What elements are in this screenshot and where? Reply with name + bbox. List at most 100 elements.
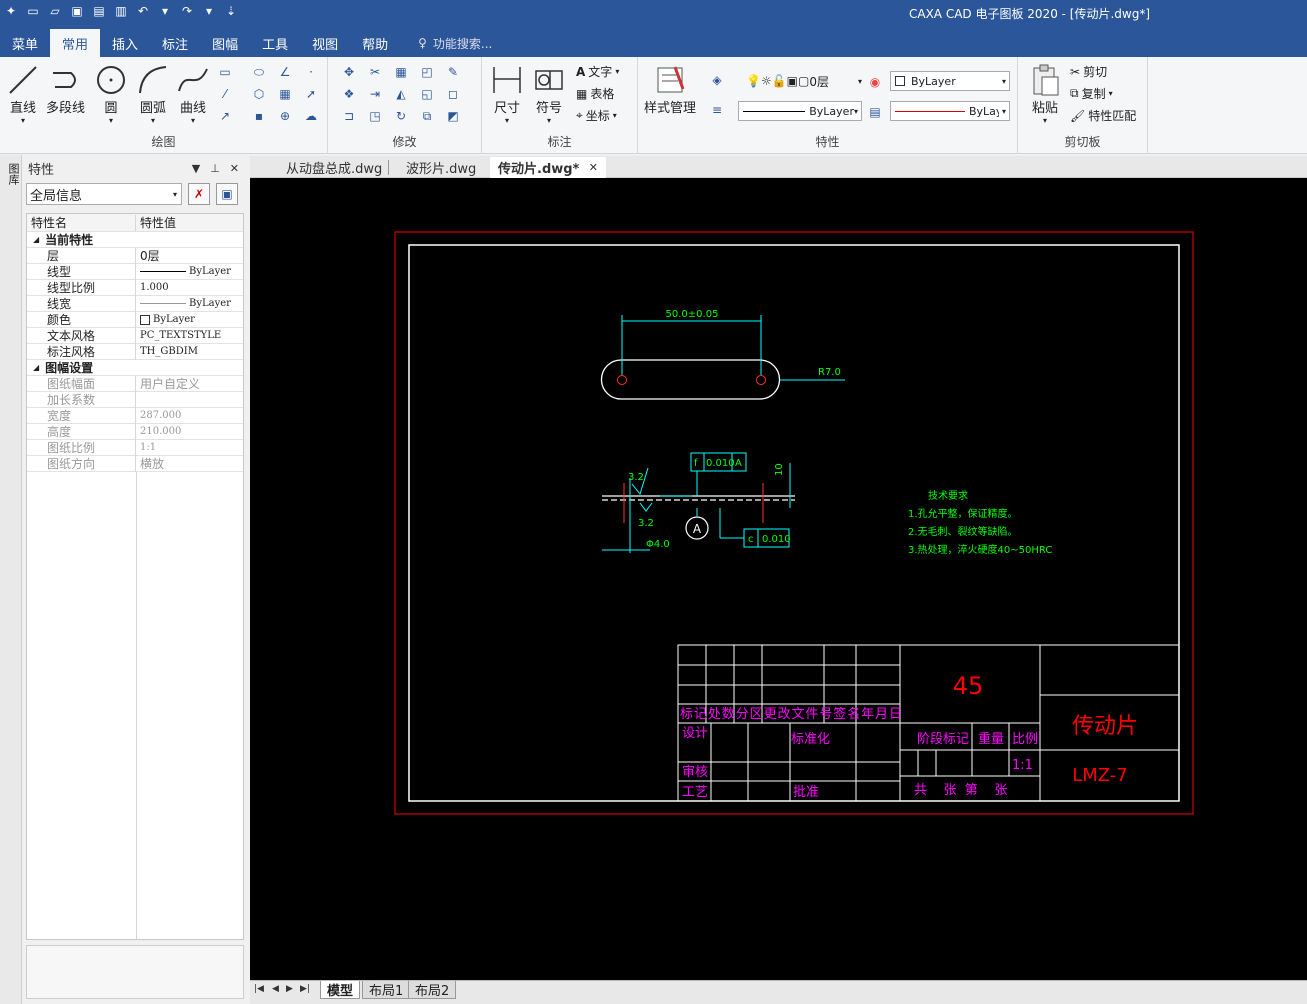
save-all-icon[interactable]: ▤ (90, 2, 108, 20)
tab-insert[interactable]: 插入 (100, 29, 150, 57)
rectangle-icon[interactable]: ▭ (216, 63, 234, 81)
deselect-button[interactable]: ✗ (188, 183, 210, 205)
linestyle-icon[interactable]: ▤ (866, 103, 884, 121)
property-row[interactable]: 标注风格 TH_GBDIM (27, 343, 243, 360)
open-file-icon[interactable]: ▱ (46, 2, 64, 20)
point-icon[interactable]: · (302, 63, 320, 81)
tab-sheet[interactable]: 图幅 (200, 29, 250, 57)
category-sheet[interactable]: ◢ 图幅设置 (27, 360, 243, 376)
property-row[interactable]: 线宽 ByLayer (27, 295, 243, 312)
polygon-icon[interactable]: ⬡ (250, 85, 268, 103)
parallel-line-icon[interactable]: ⁄ (216, 85, 234, 103)
arc-button[interactable]: 圆弧 ▾ (136, 63, 170, 125)
save-icon[interactable]: ▣ (68, 2, 86, 20)
polyline-button[interactable]: 多段线 (46, 63, 85, 116)
drawing-canvas[interactable]: 50.0±0.05 R7.0 3.2 3.2 f 0.010 A A c 0.0… (250, 178, 1307, 980)
copy-button[interactable]: ⧉ 复制 ▾ (1070, 85, 1113, 102)
break-icon[interactable]: ⧉ (418, 107, 436, 125)
doc-tab-active[interactable]: 传动片.dwg* ✕ (490, 157, 606, 178)
tab-tools[interactable]: 工具 (250, 29, 300, 57)
property-row[interactable]: 文本风格 PC_TEXTSTYLE (27, 327, 243, 344)
app-logo-icon[interactable]: ✦ (2, 2, 20, 20)
customize-qat-icon[interactable]: ⇣ (222, 2, 240, 20)
dimension-button[interactable]: 尺寸 ▾ (490, 63, 524, 125)
erase-icon[interactable]: ✎ (444, 63, 462, 81)
layer-dropdown[interactable]: 💡☼🔓▣▢ 0层 ▾ (742, 71, 862, 91)
match-properties-button[interactable]: 🖌 特性匹配 (1070, 107, 1136, 124)
linetype-dropdown[interactable]: ByLayer ▾ (738, 101, 862, 121)
doc-tab[interactable]: 波形片.dwg (398, 157, 484, 178)
tab-view[interactable]: 视图 (300, 29, 350, 57)
tab-menu[interactable]: 菜单 (0, 29, 50, 57)
table-button[interactable]: ▦ 表格 (576, 85, 614, 102)
curve-button[interactable]: 曲线 ▾ (176, 63, 210, 125)
print-icon[interactable]: ▥ (112, 2, 130, 20)
trim-icon[interactable]: ✂ (366, 63, 384, 81)
layout-tab-1[interactable]: 布局1 (362, 981, 411, 999)
close-tab-icon[interactable]: ✕ (589, 161, 598, 174)
array-icon[interactable]: ▦ (392, 63, 410, 81)
move-icon[interactable]: ✥ (340, 63, 358, 81)
tab-common[interactable]: 常用 (50, 29, 101, 57)
scale-icon[interactable]: ◱ (418, 85, 436, 103)
stretch-icon[interactable]: ◳ (366, 107, 384, 125)
arrow-icon[interactable]: ➚ (302, 85, 320, 103)
block-icon[interactable]: ▪ (250, 107, 268, 125)
redo-dropdown-icon[interactable]: ▾ (200, 2, 218, 20)
function-search[interactable]: ♀ 功能搜索... (418, 29, 492, 57)
ellipse-icon[interactable]: ⬭ (250, 63, 268, 81)
quick-select-button[interactable]: ▣ (216, 183, 238, 205)
tab-help[interactable]: 帮助 (350, 29, 400, 57)
circle-button[interactable]: 圆 ▾ (94, 63, 128, 125)
prev-tab-icon[interactable]: ◀ (272, 984, 279, 994)
library-tab[interactable]: 图库 (5, 163, 21, 185)
lineweight-dropdown[interactable]: ByLayer▾ (890, 101, 1010, 121)
symbol-icon (535, 70, 563, 90)
angle-icon[interactable]: ∠ (276, 63, 294, 81)
mirror-icon[interactable]: ◭ (392, 85, 410, 103)
property-row[interactable]: 层 0层 (27, 247, 243, 264)
next-tab-icon[interactable]: ▶ (286, 984, 293, 994)
undo-icon[interactable]: ↶ (134, 2, 152, 20)
text-button[interactable]: A 文字 ▾ (576, 63, 619, 80)
property-row[interactable]: 线型 ByLayer (27, 263, 243, 280)
layer-manager-icon[interactable]: ◈ (708, 71, 726, 89)
explode-icon[interactable]: ◻ (444, 85, 462, 103)
cut-button[interactable]: ✂ 剪切 (1070, 63, 1107, 80)
color-wheel-icon[interactable]: ◉ (866, 73, 884, 91)
extend-icon[interactable]: ⇥ (366, 85, 384, 103)
lineweight-icon[interactable]: ≡ (708, 101, 726, 119)
chamfer-icon[interactable]: ◩ (444, 107, 462, 125)
property-row[interactable]: 线型比例 1.000 (27, 279, 243, 296)
cloud-icon[interactable]: ☁ (302, 107, 320, 125)
pin-icon[interactable]: ⊥ (210, 162, 220, 175)
redo-icon[interactable]: ↷ (178, 2, 196, 20)
rotate-icon[interactable]: ↻ (392, 107, 410, 125)
offset-icon[interactable]: ⊐ (340, 107, 358, 125)
tab-annotate[interactable]: 标注 (150, 29, 200, 57)
layout-tab-2[interactable]: 布局2 (408, 981, 457, 999)
fillet-icon[interactable]: ◰ (418, 63, 436, 81)
line-button[interactable]: 直线 ▾ (6, 63, 40, 125)
undo-dropdown-icon[interactable]: ▾ (156, 2, 174, 20)
tangent-line-icon[interactable]: ↗ (216, 107, 234, 125)
object-selector[interactable]: 全局信息 ▾ (26, 183, 182, 205)
close-panel-icon[interactable]: ✕ (230, 162, 239, 175)
paste-button[interactable]: 粘贴 ▾ (1028, 63, 1062, 125)
category-current[interactable]: ◢ 当前特性 (27, 232, 243, 248)
doc-tab[interactable]: 从动盘总成.dwg (278, 157, 390, 178)
new-file-icon[interactable]: ▭ (24, 2, 42, 20)
hatch-icon[interactable]: ▦ (276, 85, 294, 103)
first-tab-icon[interactable]: |◀ (254, 984, 264, 994)
style-manager-button[interactable]: 样式管理 (644, 63, 696, 116)
centerline-icon[interactable]: ⊕ (276, 107, 294, 125)
property-row[interactable]: 颜色 ByLayer (27, 311, 243, 328)
symbol-button[interactable]: 符号 ▾ (532, 63, 566, 125)
copy-move-icon[interactable]: ❖ (340, 85, 358, 103)
color-dropdown[interactable]: ByLayer ▾ (890, 71, 1010, 91)
panel-menu-icon[interactable]: ▼ (192, 162, 200, 175)
drawing-svg[interactable]: 50.0±0.05 R7.0 3.2 3.2 f 0.010 A A c 0.0… (250, 178, 1307, 980)
layout-tab-model[interactable]: 模型 (320, 981, 361, 999)
last-tab-icon[interactable]: ▶| (300, 984, 310, 994)
coord-button[interactable]: ⌖ 坐标 ▾ (576, 107, 617, 124)
